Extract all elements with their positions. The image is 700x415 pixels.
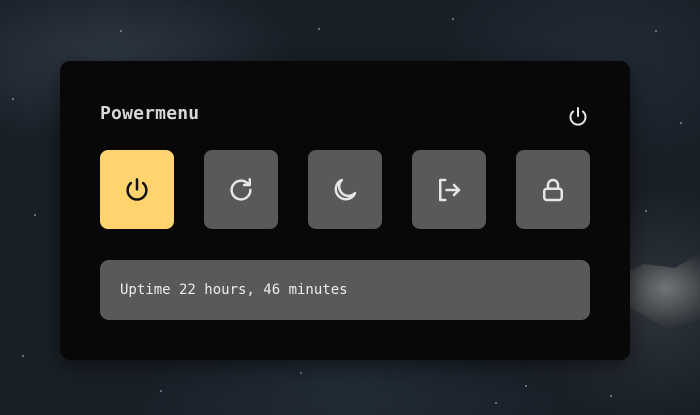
reboot-icon	[230, 177, 252, 201]
lock-button[interactable]	[516, 150, 590, 229]
logout-button[interactable]	[412, 150, 486, 229]
lock-icon	[543, 178, 563, 201]
shutdown-button[interactable]	[100, 150, 174, 229]
power-icon	[126, 177, 148, 201]
suspend-button[interactable]	[308, 150, 382, 229]
powermenu-panel: Powermenu Uptime 22 hours, 46 minutes	[60, 61, 630, 360]
uptime-text: Uptime 22 hours, 46 minutes	[120, 282, 348, 298]
power-icon[interactable]	[566, 105, 590, 129]
logout-icon	[439, 178, 461, 201]
uptime-display: Uptime 22 hours, 46 minutes	[100, 260, 590, 320]
moon-icon	[334, 178, 357, 200]
page-title: Powermenu	[100, 103, 200, 124]
reboot-button[interactable]	[204, 150, 278, 229]
